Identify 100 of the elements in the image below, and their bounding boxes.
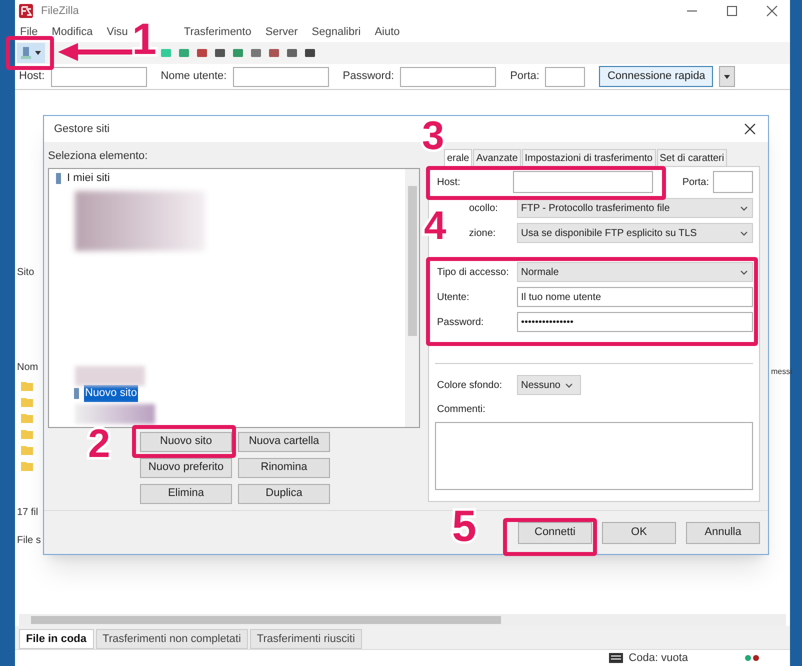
caret-icon <box>723 74 732 80</box>
settings-tab[interactable]: Impostazioni di trasferimento <box>522 149 656 166</box>
field-label: Porta: <box>682 176 709 190</box>
pane-text: 17 fil <box>17 506 38 520</box>
field-label: Nome utente: <box>160 69 227 84</box>
close-icon <box>766 5 778 17</box>
toolbar-icon <box>160 47 172 59</box>
server-icon <box>20 46 32 60</box>
dialog-button[interactable]: OK <box>602 522 676 544</box>
select-value: Nessuno <box>521 378 560 392</box>
maximize-icon <box>726 5 738 17</box>
blurred-entries <box>75 366 145 386</box>
field-label: Host: <box>436 176 462 190</box>
field-label: Host: <box>19 69 45 84</box>
menu-item[interactable]: Trasferimento <box>182 24 252 40</box>
field-label: Porta: <box>510 69 540 84</box>
site-action-button[interactable]: Nuova cartella <box>238 432 330 452</box>
chevron-down-icon <box>564 381 574 389</box>
select-field[interactable]: Nessuno <box>517 375 581 395</box>
chevron-down-icon <box>739 204 749 212</box>
site-action-button[interactable]: Elimina <box>140 484 232 504</box>
queue-tab[interactable]: Trasferimenti riusciti <box>250 629 362 649</box>
field-label: Commenti: <box>436 403 486 417</box>
menu-item[interactable]: Aiuto <box>374 24 401 40</box>
dialog-title: Gestore siti <box>54 122 110 137</box>
input-field[interactable] <box>545 66 586 86</box>
dialog-button[interactable]: Annulla <box>686 522 760 544</box>
input-field[interactable] <box>232 66 329 86</box>
menu-item[interactable]: Segnalibri <box>310 24 362 40</box>
settings-tab[interactable]: Set di caratteri <box>656 149 728 166</box>
chevron-down-icon <box>739 229 749 237</box>
step-number: 4 <box>424 206 446 246</box>
menu-item[interactable]: Visu <box>106 24 129 40</box>
toolbar-icon <box>304 47 316 59</box>
toolbar-icon <box>268 47 280 59</box>
menu-item[interactable]: Modifica <box>50 24 94 40</box>
site-action-button[interactable]: Nuovo sito <box>140 432 232 452</box>
port-field[interactable] <box>713 171 753 193</box>
folder-icon <box>21 396 33 407</box>
field-label: Password: <box>437 316 484 328</box>
site-action-button[interactable]: Nuovo preferito <box>140 458 232 478</box>
comments-field[interactable] <box>435 422 753 490</box>
pane-text: Sito <box>17 266 34 280</box>
chevron-down-icon <box>739 268 749 276</box>
close-button[interactable] <box>742 121 758 137</box>
server-icon <box>71 387 81 400</box>
select-field[interactable]: FTP - Protocollo trasferimento file <box>517 198 753 218</box>
field-label: Tipo di accesso: <box>437 266 509 278</box>
settings-tab[interactable]: Avanzate <box>473 149 521 166</box>
status-text: Coda: vuota <box>628 650 688 666</box>
dialog-button[interactable]: Connetti <box>518 522 592 544</box>
caret-icon <box>34 50 42 56</box>
toolbar-icon <box>178 47 190 59</box>
toolbar-icon <box>214 47 226 59</box>
folder-icon <box>21 428 33 439</box>
select-value: Usa se disponibile FTP esplicito su TLS <box>521 226 698 240</box>
folder-icon <box>21 444 33 455</box>
queue-icon <box>608 653 623 663</box>
select-value: FTP - Protocollo trasferimento file <box>521 202 671 216</box>
step-number: 2 <box>88 424 110 464</box>
tree-item[interactable]: Nuovo sito <box>84 385 138 402</box>
select-field[interactable]: Normale <box>517 262 753 282</box>
app-logo-icon <box>19 4 33 18</box>
highlight-frame <box>6 36 54 70</box>
input-field[interactable]: Il tuo nome utente <box>517 287 753 307</box>
menu-item[interactable]: Server <box>264 24 299 40</box>
queue-tab[interactable]: File in coda <box>19 629 94 649</box>
site-manager-button[interactable] <box>17 43 45 63</box>
menu-item[interactable]: File <box>19 24 39 40</box>
field-label: zione: <box>469 228 496 238</box>
settings-tab[interactable]: erale <box>444 149 472 166</box>
site-action-button[interactable]: Rinomina <box>238 458 330 478</box>
step-number: 5 <box>452 505 476 549</box>
folder-icon <box>21 380 33 391</box>
section-label: Seleziona elemento: <box>48 149 149 164</box>
toolbar-icon <box>196 47 208 59</box>
site-action-button[interactable]: Duplica <box>238 484 330 504</box>
activity-lights-icon <box>744 654 760 662</box>
field-label: Password: <box>342 69 394 84</box>
field-label: Colore sfondo: <box>436 378 504 392</box>
window-title: FileZilla <box>41 4 79 19</box>
folder-icon <box>21 412 33 423</box>
select-value: Normale <box>521 266 560 280</box>
toolbar-icon <box>286 47 298 59</box>
input-field[interactable] <box>50 66 147 86</box>
toolbar-icon <box>250 47 262 59</box>
select-field[interactable]: Usa se disponibile FTP esplicito su TLS <box>517 223 753 243</box>
input-field[interactable] <box>400 66 496 86</box>
host-field[interactable] <box>513 171 653 193</box>
input-field[interactable]: ••••••••••••••• <box>517 312 753 332</box>
queue-tab[interactable]: Trasferimenti non completati <box>96 629 248 649</box>
toolbar-icon <box>232 47 244 59</box>
close-icon <box>744 123 756 135</box>
pane-text: File s <box>17 534 41 548</box>
field-label: Utente: <box>437 292 470 302</box>
folder-icon <box>21 460 33 471</box>
pane-text: Nom <box>17 361 38 375</box>
tree-item[interactable]: I miei siti <box>66 170 111 187</box>
quick-connect-button[interactable]: Connessione rapida <box>599 66 714 87</box>
dropdown-button[interactable] <box>719 66 736 87</box>
